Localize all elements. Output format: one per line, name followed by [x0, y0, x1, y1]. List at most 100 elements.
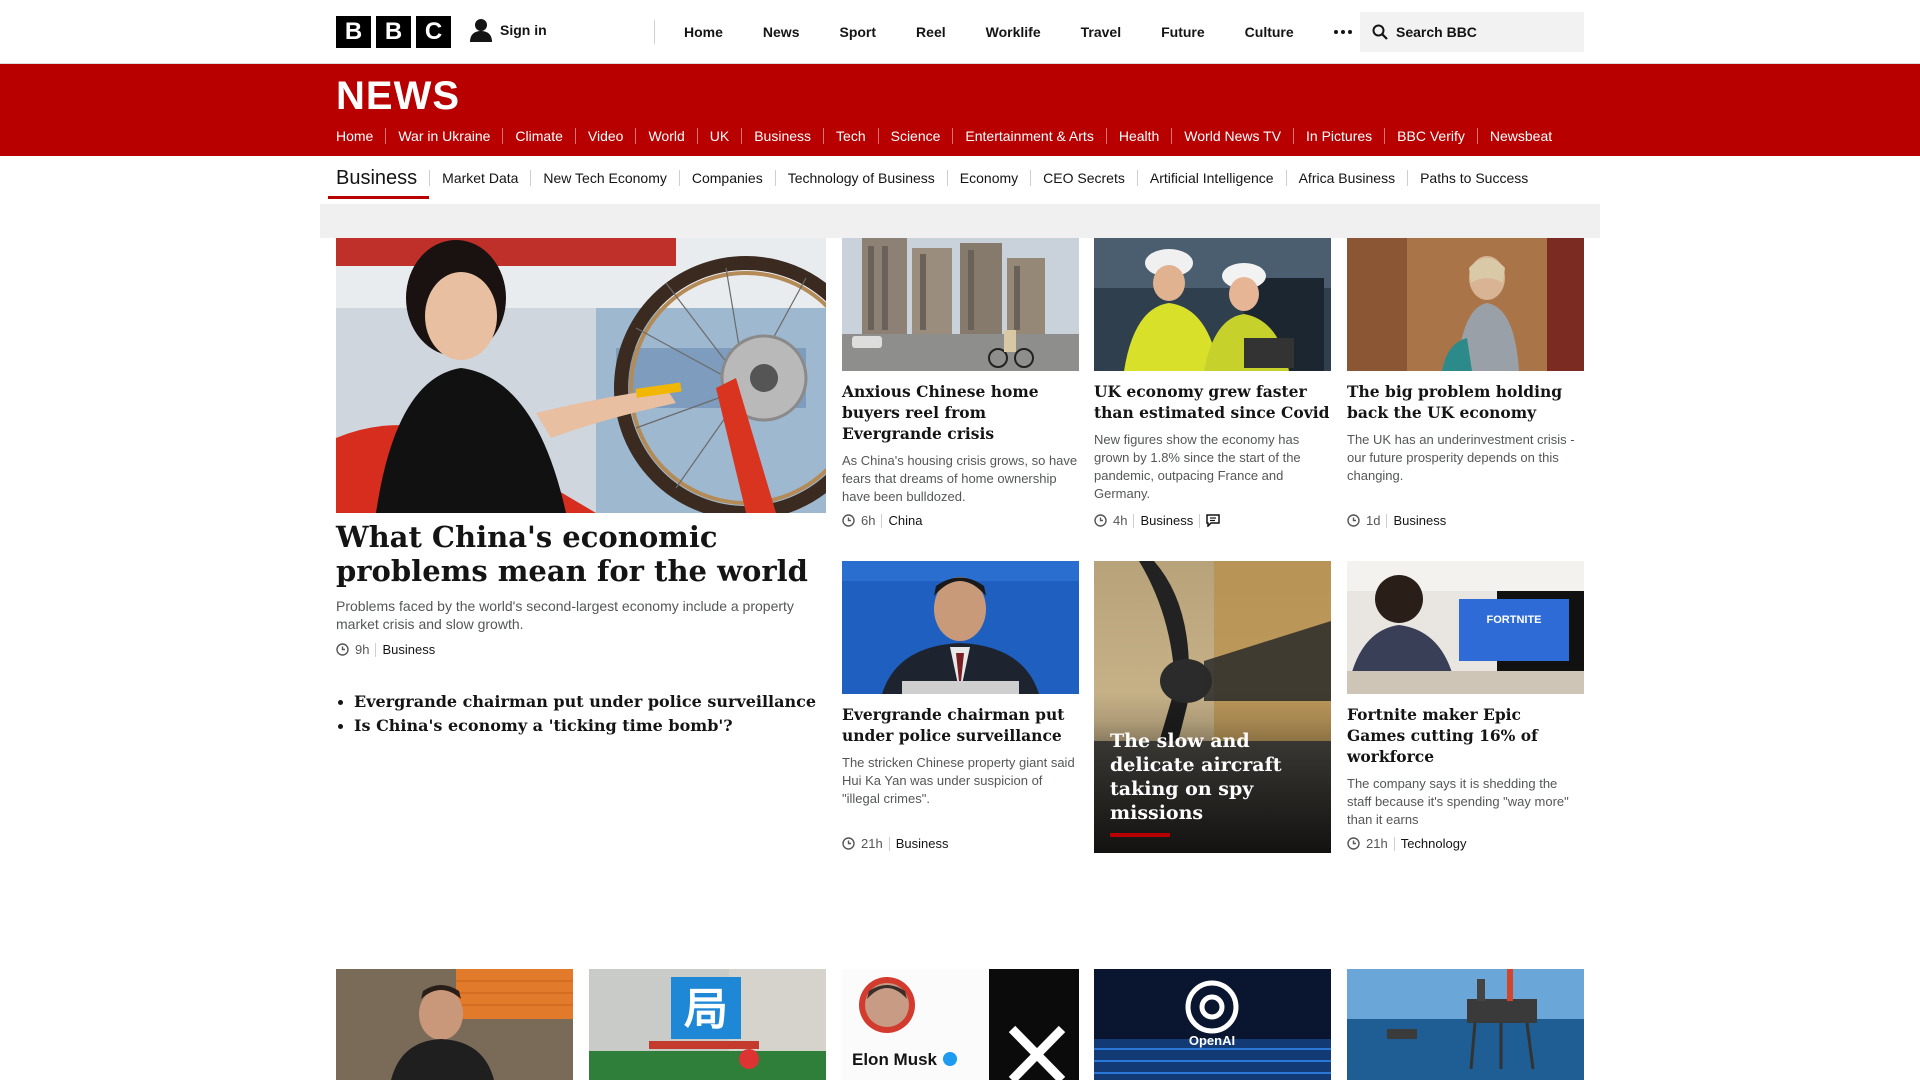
- story-image[interactable]: [1094, 238, 1331, 371]
- story-image[interactable]: [1347, 238, 1584, 371]
- nav-culture[interactable]: Culture: [1225, 24, 1314, 40]
- openai-logo-text: OpenAI: [1189, 1033, 1235, 1048]
- news-nav-world-news-tv[interactable]: World News TV: [1171, 128, 1293, 144]
- category-link[interactable]: Technology: [1401, 836, 1467, 851]
- news-nav-tech[interactable]: Tech: [823, 128, 878, 144]
- story-summary: As China's housing crisis grows, so have…: [842, 453, 1078, 504]
- news-nav-home[interactable]: Home: [336, 128, 385, 144]
- news-nav-newsbeat[interactable]: Newsbeat: [1476, 128, 1564, 144]
- category-link[interactable]: Business: [1140, 513, 1193, 528]
- story-image[interactable]: 局: [589, 969, 826, 1080]
- news-nav-uk[interactable]: UK: [696, 128, 741, 144]
- sign-character: 局: [684, 984, 728, 1035]
- global-nav: Home News Sport Reel Worklife Travel Fut…: [664, 0, 1372, 64]
- nav-news[interactable]: News: [743, 24, 820, 40]
- story-card: UK economy grew faster than estimated si…: [1094, 238, 1331, 503]
- story-card: The big problem holding back the UK econ…: [1347, 238, 1584, 485]
- subnav-africa-business[interactable]: Africa Business: [1285, 170, 1407, 186]
- logo-letter: B: [376, 16, 411, 48]
- story-summary: The company says it is shedding the staf…: [1347, 776, 1569, 827]
- subnav-technology-of-business[interactable]: Technology of Business: [774, 170, 947, 186]
- nav-future[interactable]: Future: [1141, 24, 1225, 40]
- search-input[interactable]: Search BBC: [1360, 12, 1584, 52]
- bbc-logo[interactable]: B B C: [336, 16, 451, 48]
- divider: [1133, 513, 1135, 528]
- story-image[interactable]: OpenAI: [1094, 969, 1331, 1080]
- lead-story-summary: Problems faced by the world's second-lar…: [336, 598, 794, 632]
- category-link[interactable]: Business: [1393, 513, 1446, 528]
- news-nav-war-in-ukraine[interactable]: War in Ukraine: [385, 128, 502, 144]
- subnav-companies[interactable]: Companies: [678, 170, 775, 186]
- story-meta: 1d Business: [1347, 513, 1446, 528]
- logo-letter: C: [416, 16, 451, 48]
- feature-story[interactable]: The slow and delicate aircraft taking on…: [1094, 561, 1331, 853]
- clock-icon: [842, 837, 855, 850]
- nav-reel[interactable]: Reel: [896, 24, 966, 40]
- search-icon: [1372, 24, 1388, 40]
- news-nav-video[interactable]: Video: [574, 128, 636, 144]
- subnav-economy[interactable]: Economy: [946, 170, 1030, 186]
- subnav-paths-to-success[interactable]: Paths to Success: [1407, 170, 1540, 186]
- story-image[interactable]: [842, 238, 1079, 371]
- category-link[interactable]: China: [888, 513, 922, 528]
- story-image[interactable]: FORTNITE: [1347, 561, 1584, 694]
- advert-strip: [320, 204, 1600, 238]
- lead-story-headline[interactable]: What China's economic problems mean for …: [336, 520, 826, 588]
- lead-story-image[interactable]: [336, 238, 826, 513]
- story-headline[interactable]: Fortnite maker Epic Games cutting 16% of…: [1347, 704, 1584, 767]
- logo-letter: B: [336, 16, 371, 48]
- subnav-artificial-intelligence[interactable]: Artificial Intelligence: [1136, 170, 1286, 186]
- story-summary: New figures show the economy has grown b…: [1094, 432, 1301, 501]
- news-nav-world[interactable]: World: [635, 128, 696, 144]
- nav-worklife[interactable]: Worklife: [966, 24, 1061, 40]
- story-meta: 21h Technology: [1347, 836, 1466, 851]
- clock-icon: [1094, 514, 1107, 527]
- profile-name: Elon Musk: [852, 1050, 938, 1069]
- news-nav-in-pictures[interactable]: In Pictures: [1293, 128, 1384, 144]
- timestamp: 1d: [1366, 513, 1381, 528]
- related-link[interactable]: Is China's economy a 'ticking time bomb'…: [336, 714, 816, 738]
- news-nav-business[interactable]: Business: [730, 128, 835, 164]
- story-headline[interactable]: UK economy grew faster than estimated si…: [1094, 381, 1331, 423]
- news-nav-science[interactable]: Science: [877, 128, 953, 144]
- sign-in-button[interactable]: Sign in: [470, 18, 547, 42]
- news-nav-health[interactable]: Health: [1105, 128, 1171, 144]
- related-links: Evergrande chairman put under police sur…: [336, 690, 816, 738]
- clock-icon: [336, 643, 349, 656]
- news-nav-bbc-verify[interactable]: BBC Verify: [1384, 128, 1477, 144]
- subnav-market-data[interactable]: Market Data: [429, 170, 530, 186]
- clock-icon: [1347, 514, 1360, 527]
- divider: [1386, 513, 1388, 528]
- story-headline[interactable]: Anxious Chinese home buyers reel from Ev…: [842, 381, 1079, 444]
- story-image[interactable]: [336, 969, 573, 1080]
- nav-travel[interactable]: Travel: [1061, 24, 1141, 40]
- subnav-ceo-secrets[interactable]: CEO Secrets: [1030, 170, 1137, 186]
- story-summary: The stricken Chinese property giant said…: [842, 755, 1075, 806]
- subnav-current-section[interactable]: Business: [327, 167, 430, 199]
- news-nav-climate[interactable]: Climate: [502, 128, 574, 144]
- news-nav: Home War in Ukraine Climate Video World …: [336, 124, 1564, 164]
- story-summary: The UK has an underinvestment crisis - o…: [1347, 432, 1575, 483]
- news-logo[interactable]: NEWS: [336, 74, 460, 119]
- divider: [1393, 836, 1395, 851]
- timestamp: 4h: [1113, 513, 1128, 528]
- sign-in-label: Sign in: [500, 22, 547, 38]
- category-link[interactable]: Business: [896, 836, 949, 851]
- story-headline[interactable]: The big problem holding back the UK econ…: [1347, 381, 1584, 423]
- comments-icon[interactable]: [1206, 514, 1220, 527]
- feature-headline: The slow and delicate aircraft taking on…: [1110, 730, 1282, 824]
- global-header: B B C Sign in Home News Sport Reel Workl…: [0, 0, 1920, 64]
- story-meta: 6h China: [842, 513, 922, 528]
- story-image[interactable]: [1347, 969, 1584, 1080]
- subnav-new-tech-economy[interactable]: New Tech Economy: [530, 170, 678, 186]
- timestamp: 21h: [861, 836, 883, 851]
- story-image[interactable]: [842, 561, 1079, 694]
- story-image[interactable]: Elon Musk: [842, 969, 1079, 1080]
- story-headline[interactable]: Evergrande chairman put under police sur…: [842, 704, 1079, 746]
- category-link[interactable]: Business: [382, 642, 435, 657]
- nav-home[interactable]: Home: [664, 24, 743, 40]
- story-meta: 21h Business: [842, 836, 948, 851]
- nav-sport[interactable]: Sport: [819, 24, 896, 40]
- news-nav-entertainment[interactable]: Entertainment & Arts: [952, 128, 1105, 144]
- related-link[interactable]: Evergrande chairman put under police sur…: [336, 690, 816, 714]
